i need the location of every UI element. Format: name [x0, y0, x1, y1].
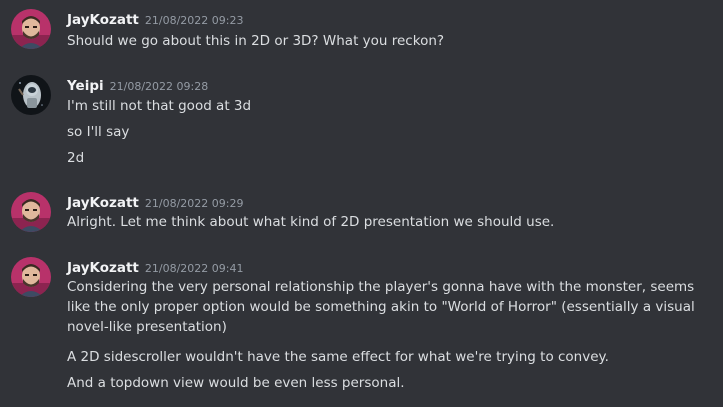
message-text: Should we go about this in 2D or 3D? Wha…: [67, 33, 445, 49]
username[interactable]: Yeipi: [67, 78, 104, 94]
avatar[interactable]: [11, 257, 51, 297]
timestamp[interactable]: 21/08/2022 09:28: [110, 80, 209, 93]
username[interactable]: JayKozatt: [67, 195, 139, 211]
avatar[interactable]: [11, 192, 51, 232]
username[interactable]: JayKozatt: [67, 260, 139, 276]
message-text: so I'll say: [67, 124, 130, 140]
message-text: 2d: [67, 150, 85, 166]
message-text: Alright. Let me think about what kind of…: [67, 214, 555, 230]
message-header: JayKozatt 21/08/2022 09:29: [67, 192, 244, 212]
username[interactable]: JayKozatt: [67, 12, 139, 28]
message-header: JayKozatt 21/08/2022 09:23: [67, 9, 244, 29]
timestamp[interactable]: 21/08/2022 09:41: [145, 262, 244, 275]
avatar[interactable]: [11, 75, 51, 115]
jaykozatt-avatar-icon: [11, 257, 51, 297]
message-text: A 2D sidescroller wouldn't have the same…: [67, 349, 609, 365]
message-text: Considering the very personal relationsh…: [67, 279, 695, 335]
timestamp[interactable]: 21/08/2022 09:23: [145, 14, 244, 27]
message-header: Yeipi 21/08/2022 09:28: [67, 75, 208, 95]
message-text: And a topdown view would be even less pe…: [67, 375, 405, 391]
message-list: JayKozatt 21/08/2022 09:23 Should we go a…: [0, 0, 723, 407]
message-text: I'm still not that good at 3d: [67, 98, 252, 114]
yeipi-astronaut-avatar-icon: [11, 75, 51, 115]
jaykozatt-avatar-icon: [11, 192, 51, 232]
timestamp[interactable]: 21/08/2022 09:29: [145, 197, 244, 210]
avatar[interactable]: [11, 9, 51, 49]
message-header: JayKozatt 21/08/2022 09:41: [67, 257, 244, 277]
jaykozatt-avatar-icon: [11, 9, 51, 49]
